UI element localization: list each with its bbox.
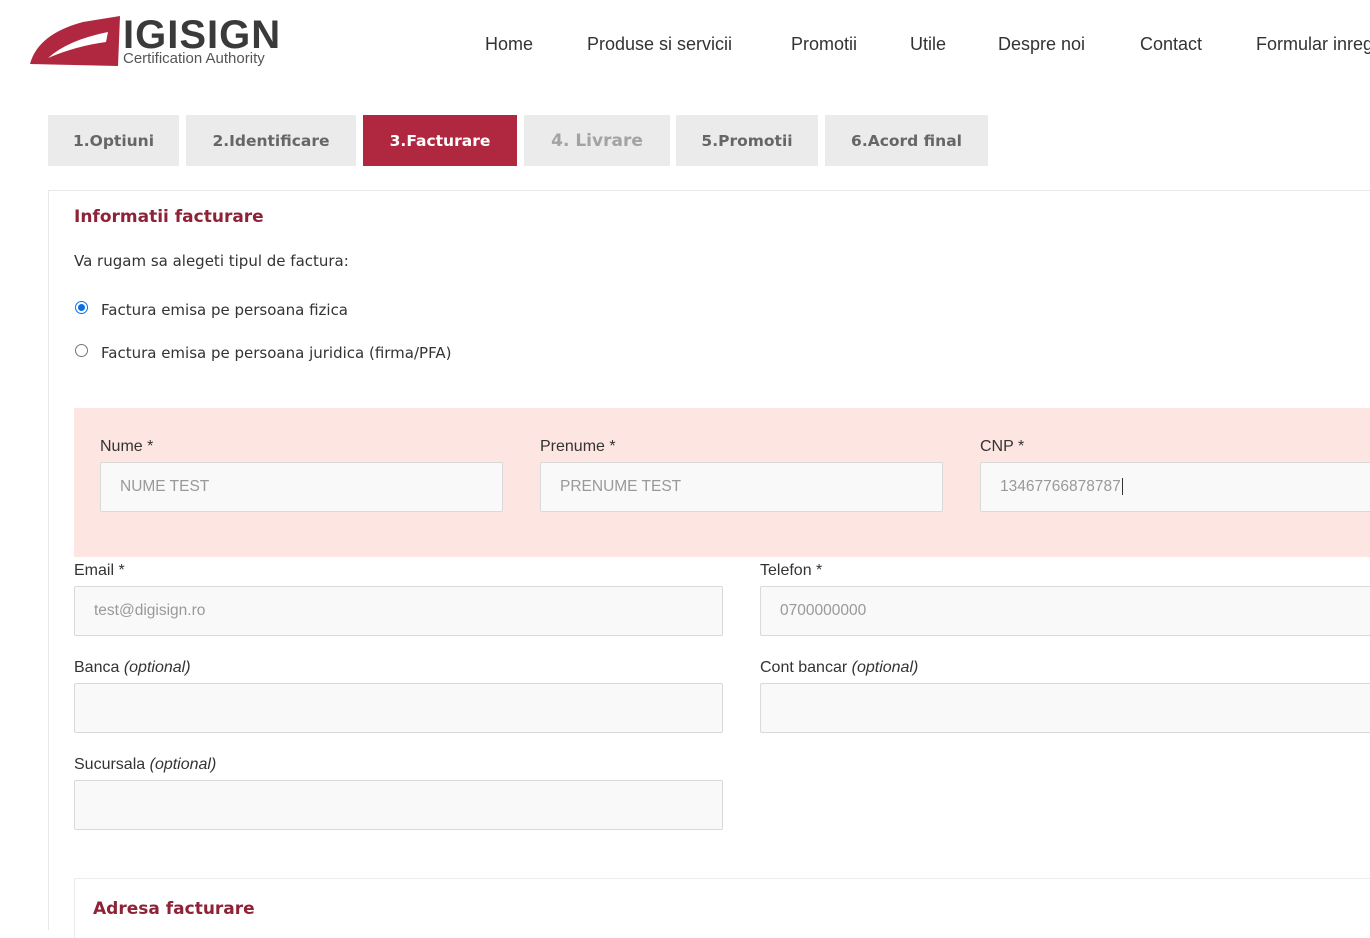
- nav-contact[interactable]: Contact: [1140, 32, 1202, 56]
- text-cursor: [1121, 478, 1123, 496]
- cnp-value: 13467766878787: [1000, 478, 1121, 495]
- banca-label: Banca (optional): [74, 659, 191, 677]
- cont-bancar-label: Cont bancar (optional): [760, 659, 918, 677]
- tab-facturare[interactable]: 3.Facturare: [363, 115, 517, 166]
- logo-mark-icon: [30, 16, 120, 66]
- billing-section-title: Informatii facturare: [74, 207, 264, 227]
- cont-bancar-input[interactable]: [760, 683, 1370, 733]
- address-panel: [74, 878, 1370, 938]
- cnp-label: CNP *: [980, 438, 1025, 455]
- radio-persoana-fizica[interactable]: [75, 301, 88, 314]
- address-section-title: Adresa facturare: [93, 899, 255, 919]
- banca-label-text: Banca: [74, 659, 120, 676]
- tab-acord-final[interactable]: 6.Acord final: [825, 115, 988, 166]
- nume-label: Nume *: [100, 438, 154, 455]
- sucursala-input[interactable]: [74, 780, 723, 830]
- nume-input[interactable]: NUME TEST: [100, 462, 503, 512]
- radio-persoana-juridica[interactable]: [75, 344, 88, 357]
- nav-produse-si-servicii[interactable]: Produse si servicii: [587, 32, 732, 56]
- tab-optiuni[interactable]: 1.Optiuni: [48, 115, 179, 166]
- nav-home[interactable]: Home: [485, 32, 533, 56]
- telefon-label: Telefon *: [760, 562, 823, 579]
- banca-input[interactable]: [74, 683, 723, 733]
- radio-persoana-juridica-label[interactable]: Factura emisa pe persoana juridica (firm…: [101, 344, 451, 362]
- telefon-input[interactable]: 0700000000: [760, 586, 1370, 636]
- radio-persoana-fizica-label[interactable]: Factura emisa pe persoana fizica: [101, 301, 348, 319]
- sucursala-optional-note: (optional): [149, 756, 217, 773]
- nav-promotii[interactable]: Promotii: [791, 32, 857, 56]
- banca-optional-note: (optional): [123, 659, 191, 676]
- tab-livrare: 4. Livrare: [524, 115, 670, 166]
- tab-identificare[interactable]: 2.Identificare: [186, 115, 356, 166]
- nav-utile[interactable]: Utile: [910, 32, 946, 56]
- email-input[interactable]: test@digisign.ro: [74, 586, 723, 636]
- cont-bancar-label-text: Cont bancar: [760, 659, 848, 676]
- tab-promotii[interactable]: 5.Promotii: [676, 115, 818, 166]
- prenume-input[interactable]: PRENUME TEST: [540, 462, 943, 512]
- cnp-input[interactable]: 13467766878787: [980, 462, 1370, 512]
- cont-bancar-optional-note: (optional): [851, 659, 919, 676]
- email-label: Email *: [74, 562, 125, 579]
- nav-despre-noi[interactable]: Despre noi: [998, 32, 1085, 56]
- nav-formular-inregistrare[interactable]: Formular inreg: [1256, 32, 1370, 56]
- sucursala-label-text: Sucursala: [74, 756, 146, 773]
- invoice-type-prompt: Va rugam sa alegeti tipul de factura:: [74, 252, 349, 270]
- prenume-label: Prenume *: [540, 438, 616, 455]
- sucursala-label: Sucursala (optional): [74, 756, 216, 774]
- logo-subtitle: Certification Authority: [123, 50, 265, 67]
- digisign-logo[interactable]: IGISIGN Certification Authority: [28, 14, 298, 70]
